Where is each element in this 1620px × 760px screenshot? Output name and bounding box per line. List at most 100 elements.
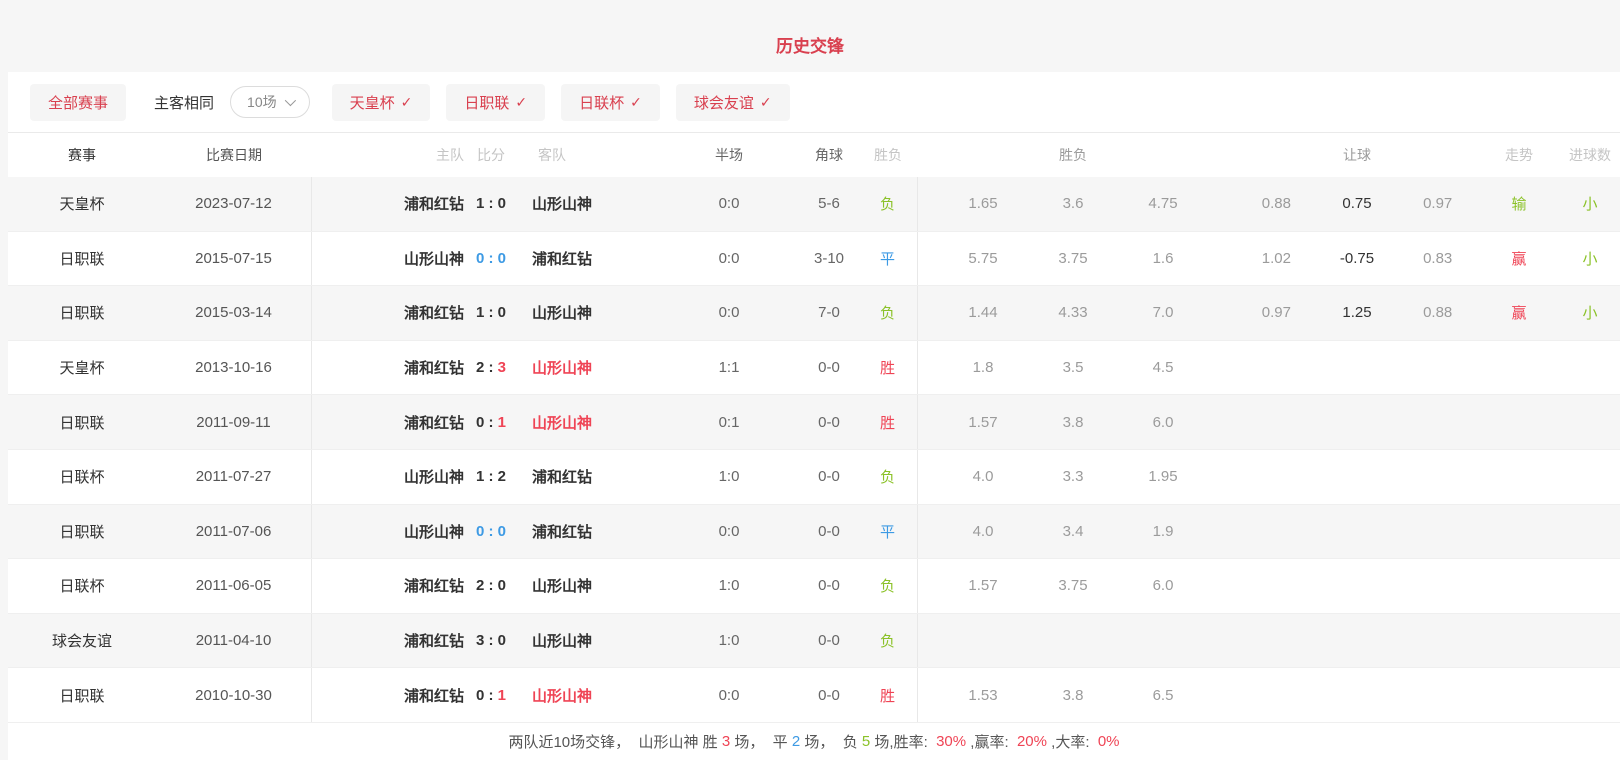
summary-segment: 3 [721,732,731,750]
league-filter-label: 球会友谊 [693,94,754,112]
chevron-down-icon [284,94,296,107]
score-cell: 0 : 1 [468,668,514,722]
halftime-cell: 0:0 [718,249,740,267]
score-cell: 1 : 0 [468,177,514,231]
league-cell: 球会友谊 [51,633,112,651]
summary-segment: 场， 平 [730,733,792,751]
home-score: 3 [475,632,485,650]
date-cell: 2015-07-15 [156,231,312,286]
trend-cell [1478,559,1560,613]
corner-cell: 7-0 [818,304,840,322]
odds-away: 1.9 [1152,522,1174,540]
league-filter-chip-3[interactable]: 球会友谊 ✓ [675,83,790,121]
home-team-cell: 浦和红钻 [403,687,464,705]
summary-segment: 2 [791,732,801,750]
league-cell: 日职联 [59,687,105,705]
date-cell: 2013-10-16 [156,340,312,395]
score-colon: : [484,468,498,486]
europe-odds-cell: 4.0 3.3 1.95 [918,450,1208,504]
trend-cell [1478,505,1560,559]
date-cell: 2011-06-05 [156,559,312,613]
result-cell: 胜 [858,340,918,395]
odds-draw: 3.6 [1062,195,1084,213]
goals-cell [1560,614,1620,668]
handicap-away: 0.97 [1423,195,1453,213]
handicap-away: 0.88 [1423,304,1453,322]
page-title: 历史交锋 [776,37,844,56]
h2h-card: 全部赛事 主客相同 10场 天皇杯 ✓ 日职联 ✓ 日联杯 ✓ 球会友谊 ✓ 赛事 比赛日期 … [8,72,1620,760]
filter-same-venue[interactable]: 主客相同 [154,92,214,113]
away-score: 0 [497,577,507,595]
europe-odds-cell: 1.44 4.33 7.0 [918,286,1208,340]
home-team-cell: 山形山神 [403,523,464,541]
match-count-select[interactable]: 10场 [230,86,310,118]
handicap-odds-cell [1208,450,1478,504]
score-colon: : [484,359,498,377]
odds-draw: 3.4 [1062,522,1084,540]
home-score: 1 [475,195,485,213]
filter-all-events-button[interactable]: 全部赛事 [30,83,127,121]
league-filter-chip-0[interactable]: 天皇杯 ✓ [331,83,431,121]
home-team-cell: 山形山神 [403,250,464,268]
home-score: 0 [475,249,485,267]
europe-odds-cell [918,614,1208,668]
header-date: 比赛日期 [206,147,262,163]
score-colon: : [484,413,498,431]
league-cell: 天皇杯 [59,360,105,378]
result-cell: 负 [858,559,918,613]
header-halftime: 半场 [715,147,743,163]
home-team-cell: 山形山神 [403,469,464,487]
away-score: 1 [497,686,507,704]
away-team-cell: 浦和红钻 [532,469,593,487]
halftime-cell: 1:0 [718,577,740,595]
odds-away: 1.95 [1148,468,1178,486]
league-filter-label: 日职联 [464,94,510,112]
handicap-odds-cell [1208,505,1478,559]
header-handicap: 让球 [1343,147,1371,163]
odds-away: 1.6 [1152,249,1174,267]
league-cell: 天皇杯 [59,196,105,214]
score-cell: 1 : 0 [468,286,514,340]
trend-cell [1478,614,1560,668]
header-trend: 走势 [1505,147,1533,163]
goals-cell: 小 [1582,250,1598,268]
score-cell: 0 : 0 [468,505,514,559]
header-goals: 进球数 [1569,147,1611,163]
league-cell: 日联杯 [59,578,105,596]
table-row: 日职联 2015-03-14 浦和红钻 1 : 0 山形山神 0:0 7-0 负… [8,286,1620,341]
home-team-cell: 浦和红钻 [403,633,464,651]
corner-cell: 3-10 [813,249,845,267]
result-cell: 负 [858,613,918,668]
score-colon: : [484,686,498,704]
away-team-cell: 浦和红钻 [532,523,593,541]
league-filter-chip-1[interactable]: 日职联 ✓ [446,83,546,121]
handicap-home: 0.88 [1261,195,1291,213]
league-cell: 日职联 [59,523,105,541]
summary-segment: 场,胜率: [870,733,937,751]
table-row: 日职联 2015-07-15 山形山神 0 : 0 浦和红钻 0:0 3-10 … [8,231,1620,287]
league-cell: 日职联 [59,305,105,323]
home-score: 2 [475,359,485,377]
result-cell: 胜 [858,395,918,449]
odds-away: 6.0 [1152,413,1174,431]
league-filter-chip-2[interactable]: 日联杯 ✓ [561,83,660,121]
summary-segment: 场， 负 [800,733,862,751]
halftime-cell: 1:0 [718,632,740,650]
table-row: 日联杯 2011-07-27 山形山神 1 : 2 浦和红钻 1:0 0-0 负… [8,449,1620,505]
away-score: 0 [497,304,507,322]
score-colon: : [484,632,498,650]
handicap-line: 0.75 [1342,195,1372,213]
corner-cell: 0-0 [818,686,840,704]
result-cell: 胜 [858,668,918,722]
home-team-cell: 浦和红钻 [403,414,464,432]
handicap-home: 1.02 [1261,249,1291,267]
corner-cell: 0-0 [818,632,840,650]
odds-draw: 3.8 [1062,413,1084,431]
table-body: 天皇杯 2023-07-12 浦和红钻 1 : 0 山形山神 0:0 5-6 负… [8,177,1620,723]
halftime-cell: 1:0 [718,468,740,486]
date-cell: 2015-03-14 [156,286,312,340]
away-score: 3 [497,359,507,377]
page: 历史交锋 全部赛事 主客相同 10场 天皇杯 ✓ 日职联 ✓ 日联杯 ✓ 球会友谊 ✓ 赛事 … [0,0,1620,760]
table-row: 球会友谊 2011-04-10 浦和红钻 3 : 0 山形山神 1:0 0-0 … [8,613,1620,669]
goals-cell: 小 [1582,305,1598,323]
